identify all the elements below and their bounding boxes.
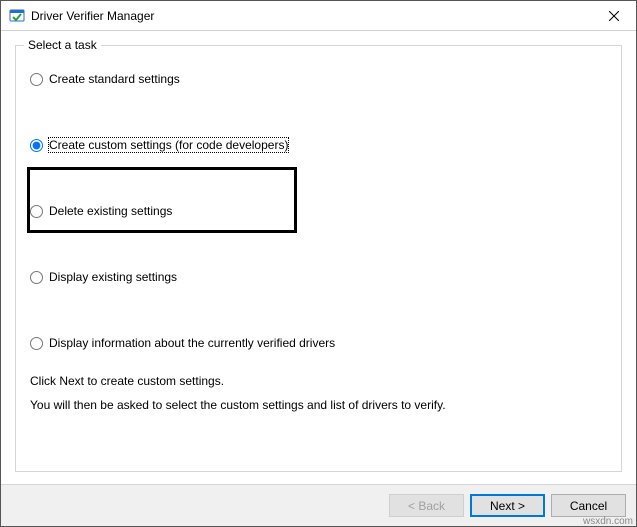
window: Driver Verifier Manager Select a task Cr… — [0, 0, 637, 527]
back-button: < Back — [389, 494, 464, 517]
app-icon — [9, 8, 25, 24]
radio-display-existing[interactable]: Display existing settings — [30, 268, 607, 286]
radio-delete-existing-input[interactable] — [30, 205, 43, 218]
radio-create-custom-label: Create custom settings (for code develop… — [49, 138, 288, 152]
radio-display-existing-label: Display existing settings — [49, 270, 177, 284]
instruction-line-2: You will then be asked to select the cus… — [30, 398, 607, 412]
task-options: Create standard settings Create custom s… — [30, 70, 607, 374]
window-title: Driver Verifier Manager — [31, 9, 591, 23]
radio-delete-existing-label: Delete existing settings — [49, 204, 172, 218]
radio-display-info[interactable]: Display information about the currently … — [30, 334, 607, 352]
titlebar: Driver Verifier Manager — [1, 1, 636, 31]
radio-display-existing-input[interactable] — [30, 271, 43, 284]
radio-delete-existing[interactable]: Delete existing settings — [30, 202, 607, 220]
button-bar: < Back Next > Cancel — [1, 484, 636, 526]
dialog-body: Select a task Create standard settings C… — [1, 31, 636, 484]
radio-create-standard[interactable]: Create standard settings — [30, 70, 607, 88]
close-icon — [609, 11, 619, 21]
radio-display-info-input[interactable] — [30, 337, 43, 350]
instruction-line-1: Click Next to create custom settings. — [30, 374, 607, 388]
radio-create-standard-input[interactable] — [30, 73, 43, 86]
radio-create-custom[interactable]: Create custom settings (for code develop… — [30, 136, 607, 154]
close-button[interactable] — [591, 1, 636, 30]
radio-create-custom-input[interactable] — [30, 139, 43, 152]
radio-create-standard-label: Create standard settings — [49, 72, 180, 86]
radio-display-info-label: Display information about the currently … — [49, 336, 335, 350]
group-title: Select a task — [24, 38, 101, 52]
task-group: Select a task Create standard settings C… — [15, 45, 622, 472]
next-button[interactable]: Next > — [470, 494, 545, 517]
cancel-button[interactable]: Cancel — [551, 494, 626, 517]
